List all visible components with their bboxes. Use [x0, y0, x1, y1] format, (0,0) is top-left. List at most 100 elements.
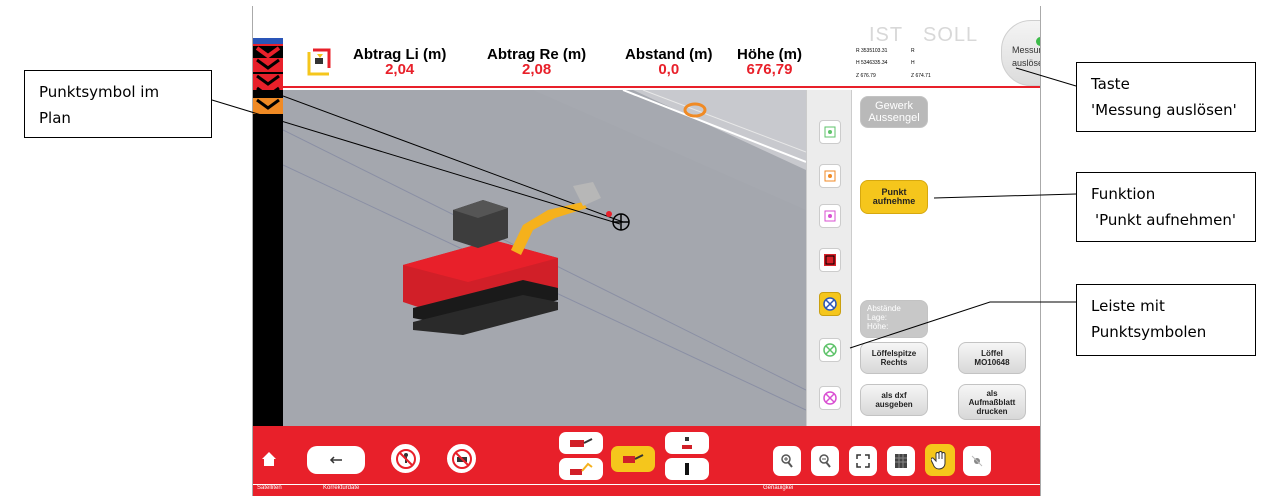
- ist-z-coord: Z 676.79: [856, 73, 876, 79]
- measure-trigger-button[interactable]: Messung auslösen: [1001, 20, 1040, 86]
- gewerk-line-2: Aussengel: [868, 112, 920, 124]
- satellite-button[interactable]: [963, 446, 991, 476]
- level-indicator-bar: [253, 38, 283, 426]
- callout-function: Funktion 'Punkt aufnehmen': [1076, 172, 1256, 242]
- ist-r-coord: R 3535103.31: [856, 48, 888, 54]
- level-down-icon: [685, 463, 689, 475]
- measure-button-line-1: Messung: [1012, 45, 1040, 55]
- punkt-aufnehmen-button[interactable]: Punkt aufnehme: [860, 180, 928, 214]
- loeffelspitze-button[interactable]: Löffelspitze Rechts: [860, 342, 928, 374]
- square-dot-green-icon: [824, 126, 836, 138]
- no-person-icon: [395, 448, 416, 469]
- callout-line-1: Taste: [1091, 75, 1130, 93]
- app-screen: Abtrag Li (m) 2,04 Abtrag Re (m) 2,08 Ab…: [252, 6, 1041, 496]
- circle-cross-magenta-icon: [823, 391, 837, 405]
- bottom-toolbar: [253, 426, 1040, 484]
- soll-z-coord: Z 674.71: [911, 73, 931, 79]
- bucket-view-1-button[interactable]: [559, 432, 603, 454]
- symbol-square-orange-button[interactable]: [819, 164, 841, 188]
- dxf-line-2: ausgeben: [875, 400, 913, 409]
- square-red-icon: [824, 254, 836, 266]
- expand-icon: [856, 454, 870, 468]
- bucket-arm-icon: [623, 454, 644, 463]
- aufmass-line-3: drucken: [976, 406, 1008, 416]
- circle-cross-green-icon: [823, 343, 837, 357]
- zoom-out-button[interactable]: [811, 446, 839, 476]
- bucket-view-active-button[interactable]: [611, 446, 655, 472]
- app-logo-icon: [307, 48, 331, 76]
- ist-h-coord: H 5346335.34: [856, 60, 888, 66]
- abstaende-line-3: Höhe:: [867, 322, 889, 331]
- bucket-view-2-button[interactable]: [559, 458, 603, 480]
- level-up-button[interactable]: [665, 432, 709, 454]
- measurement-header: Abtrag Li (m) 2,04 Abtrag Re (m) 2,08 Ab…: [283, 6, 1040, 88]
- plan-3d-view[interactable]: [283, 90, 806, 426]
- home-button[interactable]: [259, 448, 279, 470]
- dxf-line-1: als dxf: [881, 391, 907, 400]
- callout-line-2: 'Punkt aufnehmen': [1095, 211, 1236, 229]
- measure-value: 676,79: [746, 61, 793, 78]
- no-person-button[interactable]: [389, 442, 422, 475]
- back-button[interactable]: [307, 446, 365, 474]
- square-dot-orange-icon: [824, 170, 836, 182]
- loeffel-line-1: Löffel: [981, 349, 1003, 358]
- measure-abstand: Abstand (m) 0,0: [625, 46, 713, 77]
- callout-plan-symbol: Punktsymbol im Plan: [24, 70, 212, 138]
- abstaende-line-1: Abstände: [867, 304, 901, 313]
- no-vehicle-icon: [451, 448, 472, 469]
- zoom-in-button[interactable]: [773, 446, 801, 476]
- loeffelspitze-line-2: Rechts: [880, 358, 908, 367]
- bucket-arm-up-icon: [570, 462, 593, 475]
- fit-view-button[interactable]: [849, 446, 877, 476]
- symbol-circle-cross-green-button[interactable]: [819, 338, 841, 362]
- symbol-square-magenta-button[interactable]: [819, 204, 841, 228]
- soll-r-coord: R: [911, 48, 915, 54]
- loeffel-button[interactable]: Löffel MO10648: [958, 342, 1026, 374]
- home-icon: [262, 452, 276, 466]
- status-satellites: Satelliten: [257, 485, 282, 491]
- ist-heading: IST: [869, 24, 904, 46]
- gewerk-button[interactable]: Gewerk Aussengel: [860, 96, 928, 128]
- status-bar: Satelliten Korrekturdate Genauigkei: [253, 484, 1040, 496]
- gewerk-line-1: Gewerk: [875, 100, 913, 112]
- pan-hand-button[interactable]: [925, 444, 955, 476]
- callout-measure-key: Taste 'Messung auslösen': [1076, 62, 1256, 132]
- bucket-arm-icon: [570, 438, 593, 447]
- callout-line-2: 'Messung auslösen': [1091, 101, 1237, 119]
- callout-line-2: Plan: [39, 109, 71, 127]
- grid-view-button[interactable]: [887, 446, 915, 476]
- level-chevrons-icon: [253, 38, 283, 114]
- grid-pattern-icon: [895, 454, 907, 468]
- symbol-square-red-button[interactable]: [819, 248, 841, 272]
- punkt-line-2: aufnehme: [872, 196, 916, 206]
- aufmass-line-2: Aufmaßblatt: [968, 397, 1016, 407]
- point-symbol-strip: [806, 90, 852, 426]
- zoom-in-icon: [781, 454, 793, 468]
- satellite-icon: [971, 455, 983, 467]
- symbol-circle-cross-magenta-button[interactable]: [819, 386, 841, 410]
- measure-button-line-2: auslösen: [1012, 58, 1040, 68]
- hand-icon: [931, 451, 946, 470]
- loeffelspitze-line-1: Löffelspitze: [871, 349, 917, 358]
- tool-panel: Gewerk Aussengel Punkt aufnehme Abstände…: [806, 90, 1040, 426]
- plan-scene-graphic: [283, 90, 806, 426]
- symbol-circle-cross-blue-button[interactable]: [819, 292, 841, 316]
- square-dot-magenta-icon: [824, 210, 836, 222]
- measure-hoehe: Höhe (m) 676,79: [737, 46, 802, 78]
- aufmass-line-1: als: [986, 388, 998, 398]
- loeffel-line-2: MO10648: [974, 358, 1010, 367]
- arrow-left-icon: [329, 456, 342, 464]
- dxf-export-button[interactable]: als dxf ausgeben: [860, 384, 928, 416]
- symbol-square-green-button[interactable]: [819, 120, 841, 144]
- no-vehicle-button[interactable]: [445, 442, 478, 475]
- soll-heading: SOLL: [923, 24, 979, 46]
- abstaende-display: Abstände Lage: Höhe:: [860, 300, 928, 338]
- aufmassblatt-button[interactable]: als Aufmaßblatt drucken: [958, 384, 1026, 420]
- zoom-out-icon: [819, 454, 831, 468]
- circle-cross-blue-icon: [823, 297, 837, 311]
- callout-line-1: Funktion: [1091, 185, 1156, 203]
- measure-abtrag-li: Abtrag Li (m) 2,04: [353, 46, 446, 78]
- measure-abtrag-re: Abtrag Re (m) 2,08: [487, 46, 586, 77]
- measure-value: 2,04: [385, 61, 415, 78]
- level-down-button[interactable]: [665, 458, 709, 480]
